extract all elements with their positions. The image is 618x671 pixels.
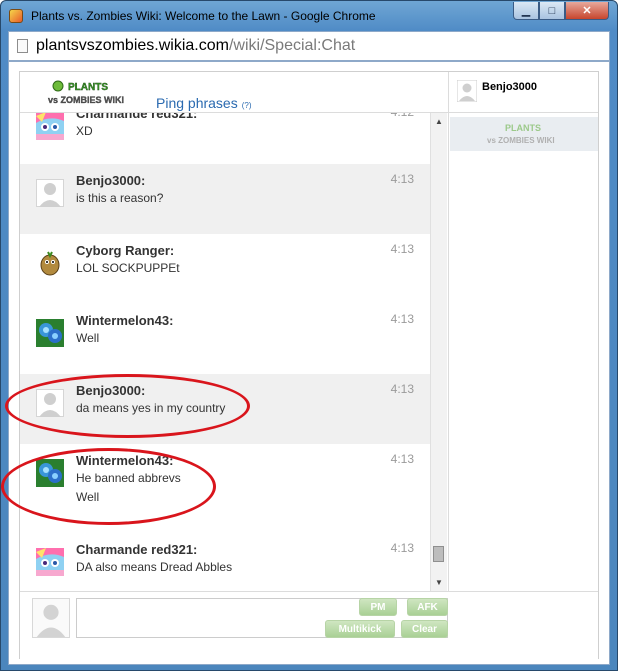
- chat-message: Benjo3000: 4:13 da means yes in my country: [20, 374, 430, 444]
- ping-phrases-link[interactable]: Ping phrases (?): [156, 95, 252, 111]
- message-timestamp: 4:13: [390, 452, 414, 466]
- ping-help-icon[interactable]: (?): [242, 101, 252, 110]
- wiki-room-banner[interactable]: PLANTS vs ZOMBIES WIKI: [450, 117, 598, 151]
- message-text: He banned abbrevs: [76, 471, 181, 485]
- message-text: da means yes in my country: [76, 401, 226, 415]
- chat-window: PLANTS vs ZOMBIES WIKI Ping phrases (?) B…: [19, 71, 599, 659]
- user-list-pane: PLANTS vs ZOMBIES WIKI: [448, 113, 599, 591]
- pony-avatar-icon[interactable]: [36, 548, 64, 576]
- default-avatar-icon: [457, 80, 477, 102]
- close-button[interactable]: ✕: [565, 2, 609, 20]
- message-username[interactable]: Benjo3000:: [76, 383, 145, 398]
- current-user-name: Benjo3000: [482, 81, 538, 93]
- message-text: Well: [76, 331, 100, 345]
- window-controls: ▁ □ ✕: [513, 2, 609, 20]
- message-scrollbar[interactable]: ▲ ▼: [430, 113, 447, 591]
- chat-message: Cyborg Ranger: 4:13 LOL SOCKPUPPEt: [20, 234, 430, 304]
- page-icon: [17, 39, 28, 53]
- message-text: LOL SOCKPUPPEt: [76, 261, 180, 275]
- scroll-up-icon[interactable]: ▲: [431, 115, 447, 129]
- chat-header: PLANTS vs ZOMBIES WIKI Ping phrases (?) B…: [20, 72, 598, 113]
- chat-message: Wintermelon43: 4:13 Well: [20, 304, 430, 374]
- window-title: Plants vs. Zombies Wiki: Welcome to the …: [31, 9, 376, 23]
- maximize-button[interactable]: □: [539, 2, 565, 20]
- logo-line1: PLANTS: [68, 82, 108, 93]
- chat-message: Charmande red321: 4:13 DA also means Dread…: [20, 533, 430, 591]
- ping-phrases-label: Ping phrases: [156, 95, 238, 111]
- message-timestamp: 4:12: [391, 113, 414, 119]
- browser-window: Plants vs. Zombies Wiki: Welcome to the …: [0, 0, 618, 671]
- chat-message: Benjo3000: 4:13 is this a reason?: [20, 164, 430, 234]
- afk-button[interactable]: AFK: [407, 598, 448, 616]
- message-timestamp: 4:13: [390, 382, 414, 396]
- default-avatar-icon[interactable]: [36, 179, 64, 207]
- scroll-down-icon[interactable]: ▼: [431, 576, 447, 590]
- message-timestamp: 4:13: [390, 242, 414, 256]
- page-content: PLANTS vs ZOMBIES WIKI Ping phrases (?) B…: [8, 61, 610, 665]
- current-user[interactable]: Benjo3000: [448, 72, 599, 112]
- minimize-button[interactable]: ▁: [513, 2, 539, 20]
- wintermelon-avatar-icon[interactable]: [36, 319, 64, 347]
- banner-line1: PLANTS: [505, 123, 541, 133]
- url-path: /wiki/Special:Chat: [228, 37, 356, 54]
- message-username[interactable]: Cyborg Ranger:: [76, 243, 174, 258]
- scroll-thumb[interactable]: [433, 546, 444, 562]
- banner-line2: vs ZOMBIES WIKI: [487, 136, 555, 145]
- message-timestamp: 4:13: [390, 172, 414, 186]
- message-username[interactable]: Wintermelon43:: [76, 313, 173, 328]
- url-text[interactable]: plantsvszombies.wikia.com/wiki/Special:C…: [36, 37, 355, 55]
- logo-line2: vs ZOMBIES WIKI: [48, 95, 124, 105]
- message-username[interactable]: Wintermelon43:: [76, 453, 173, 468]
- app-icon: [9, 9, 23, 23]
- wintermelon-avatar-icon[interactable]: [36, 459, 64, 487]
- address-bar[interactable]: plantsvszombies.wikia.com/wiki/Special:C…: [8, 31, 610, 61]
- wiki-banner-logo: PLANTS vs ZOMBIES WIKI: [487, 123, 555, 145]
- message-text: Well: [76, 490, 100, 504]
- clear-button[interactable]: Clear: [401, 620, 448, 638]
- message-timestamp: 4:13: [390, 312, 414, 326]
- message-username[interactable]: Charmande red321:: [76, 113, 197, 121]
- url-host: plantsvszombies.wikia.com: [36, 37, 229, 54]
- default-avatar-icon: [32, 598, 70, 638]
- pony-avatar-icon[interactable]: [36, 113, 64, 140]
- message-text: DA also means Dread Abbles: [76, 560, 233, 574]
- message-timestamp: 4:13: [390, 541, 414, 555]
- message-text: XD: [76, 124, 93, 138]
- wiki-logo[interactable]: PLANTS vs ZOMBIES WIKI: [46, 78, 124, 108]
- potato-avatar-icon[interactable]: [36, 249, 64, 277]
- chat-message: Charmande red321: 4:12 XD: [20, 113, 430, 167]
- message-username[interactable]: Charmande red321:: [76, 542, 197, 557]
- multikick-button[interactable]: Multikick: [325, 620, 395, 638]
- chat-message: Wintermelon43: 4:13 He banned abbrevs Well: [20, 444, 430, 532]
- message-list[interactable]: Charmande red321: 4:12 XD Benjo3000: 4:13 is …: [20, 113, 430, 591]
- default-avatar-icon[interactable]: [36, 389, 64, 417]
- pm-button[interactable]: PM: [359, 598, 397, 616]
- message-username[interactable]: Benjo3000:: [76, 173, 145, 188]
- title-bar: Plants vs. Zombies Wiki: Welcome to the …: [1, 1, 617, 31]
- input-area: PM AFK Multikick Clear: [20, 591, 598, 659]
- message-text: is this a reason?: [76, 191, 164, 205]
